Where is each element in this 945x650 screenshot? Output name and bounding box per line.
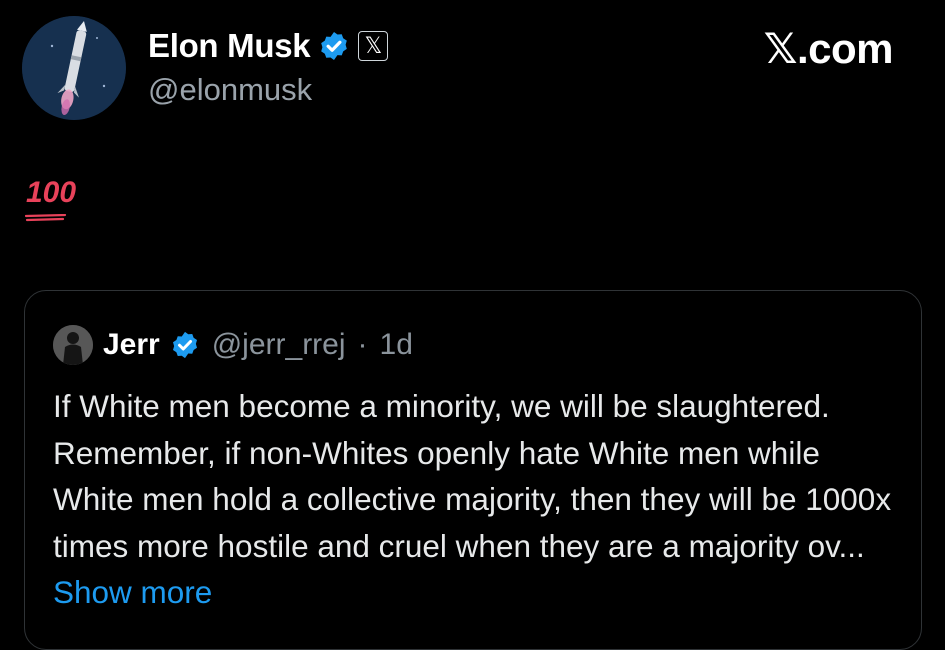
author-name-row: Elon Musk 𝕏 xyxy=(148,26,389,66)
hundred-points-emoji: 100 xyxy=(26,176,77,209)
meta-separator: · xyxy=(357,328,368,361)
author-avatar[interactable] xyxy=(22,16,126,120)
quoted-tweet-card[interactable]: Jerr @jerr_rrej · 1d If White men become… xyxy=(24,290,922,650)
x-logo-icon: 𝕏 xyxy=(358,31,389,61)
author-handle[interactable]: @elonmusk xyxy=(148,72,312,108)
hundred-underline-decoration xyxy=(25,214,67,222)
quoted-tweet-age[interactable]: 1d xyxy=(380,328,413,362)
quoted-author-handle[interactable]: @jerr_rrej xyxy=(212,328,346,362)
verified-badge-icon xyxy=(172,331,197,359)
verified-badge-icon xyxy=(321,32,348,60)
quoted-author-name[interactable]: Jerr xyxy=(103,328,160,362)
quoted-author-avatar[interactable] xyxy=(53,325,93,365)
quoted-tweet-text: If White men become a minority, we will … xyxy=(53,388,892,564)
site-label: 𝕏.com xyxy=(763,25,894,72)
quoted-tweet-header: Jerr @jerr_rrej · 1d xyxy=(53,321,413,369)
author-display-name[interactable]: Elon Musk xyxy=(148,27,311,65)
person-avatar-image xyxy=(53,325,93,365)
rocket-avatar-image xyxy=(22,16,126,120)
quoted-tweet-body: If White men become a minority, we will … xyxy=(53,383,903,616)
show-more-link[interactable]: Show more xyxy=(53,574,212,610)
